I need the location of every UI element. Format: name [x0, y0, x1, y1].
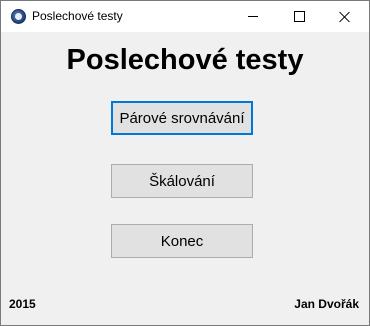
exit-button[interactable]: Konec — [111, 224, 253, 258]
page-title: Poslechové testy — [66, 44, 304, 76]
app-icon[interactable] — [11, 9, 26, 24]
minimize-button[interactable] — [230, 1, 276, 32]
app-window: Poslechové testy Poslechové testy Párové… — [0, 0, 370, 326]
scaling-button[interactable]: Škálování — [111, 164, 253, 198]
maximize-button[interactable] — [276, 1, 322, 32]
footer-year: 2015 — [9, 297, 36, 311]
maximize-icon — [293, 11, 305, 22]
pairwise-comparison-button[interactable]: Párové srovnávání — [111, 101, 253, 135]
window-title: Poslechové testy — [32, 9, 123, 23]
title-bar[interactable]: Poslechové testy — [1, 1, 369, 32]
close-icon — [339, 11, 351, 23]
minimize-icon — [248, 16, 258, 17]
close-button[interactable] — [322, 1, 368, 32]
footer-author: Jan Dvořák — [294, 297, 359, 311]
